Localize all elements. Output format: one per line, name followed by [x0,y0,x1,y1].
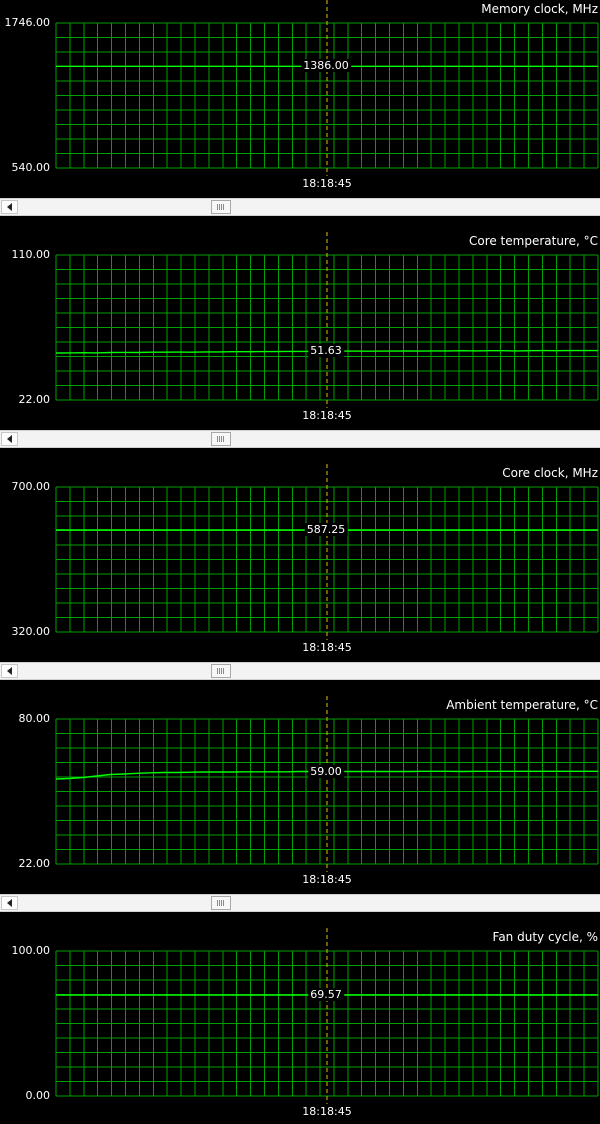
x-axis-time-label: 18:18:45 [302,1105,352,1118]
graph-panel-core-temperature: Core temperature, °C 110.00 22.00 51.63 18:1… [0,232,600,464]
horizontal-scrollbar[interactable] [0,894,600,912]
x-axis-time-label: 18:18:45 [302,641,352,654]
left-arrow-icon [7,203,12,211]
y-axis-min-label: 540.00 [11,161,51,174]
current-value-label: 587.25 [304,523,348,537]
y-axis-max-label: 1746.00 [4,16,51,29]
y-axis-min-label: 320.00 [11,625,51,638]
scrollbar-thumb[interactable] [211,200,231,214]
left-arrow-icon [7,667,12,675]
horizontal-scrollbar[interactable] [0,198,600,216]
grip-icon [217,204,225,210]
graph-canvas [55,696,599,872]
y-axis-max-label: 80.00 [18,712,51,725]
scroll-left-button[interactable] [1,432,18,446]
y-axis-min-label: 22.00 [18,857,51,870]
graph-area: Memory clock, MHz 1746.00 540.00 1386.00 18:… [0,0,600,196]
current-value-label: 1386.00 [301,59,351,73]
scrollbar-thumb[interactable] [211,664,231,678]
graph-title: Memory clock, MHz [481,2,598,16]
graph-title: Ambient temperature, °C [446,698,598,712]
graph-canvas [55,928,599,1104]
x-axis-time-label: 18:18:45 [302,409,352,422]
grip-icon [217,668,225,674]
scroll-left-button[interactable] [1,896,18,910]
current-value-label: 69.57 [308,988,344,1002]
grip-icon [217,436,225,442]
scrollbar-thumb[interactable] [211,432,231,446]
y-axis-min-label: 0.00 [25,1089,51,1102]
horizontal-scrollbar[interactable] [0,430,600,448]
scrollbar-thumb[interactable] [211,896,231,910]
graph-panel-ambient-temperature: Ambient temperature, °C 80.00 22.00 59.00 18… [0,696,600,928]
x-axis-time-label: 18:18:45 [302,177,352,190]
y-axis-max-label: 700.00 [11,480,51,493]
graph-panel-core-clock: Core clock, MHz 700.00 320.00 587.25 18:18:4… [0,464,600,696]
current-value-label: 59.00 [308,764,344,778]
scroll-left-button[interactable] [1,200,18,214]
y-axis-min-label: 22.00 [18,393,51,406]
graph-canvas [55,232,599,408]
graph-title: Fan duty cycle, % [492,930,598,944]
graph-area: Fan duty cycle, % 100.00 0.00 69.57 18:18:45 [0,928,600,1124]
graph-canvas [55,464,599,640]
y-axis-max-label: 100.00 [11,944,51,957]
graph-area: Core temperature, °C 110.00 22.00 51.63 18:1… [0,232,600,428]
current-value-label: 51.63 [308,344,344,358]
graph-title: Core clock, MHz [502,466,598,480]
scroll-left-button[interactable] [1,664,18,678]
graph-canvas [55,0,599,176]
graph-title: Core temperature, °C [468,234,598,248]
graph-panel-memory-clock: Memory clock, MHz 1746.00 540.00 1386.00 18:… [0,0,600,232]
x-axis-time-label: 18:18:45 [302,873,352,886]
graph-panel-fan-duty-cycle: Fan duty cycle, % 100.00 0.00 69.57 18:18:45 [0,928,600,1124]
left-arrow-icon [7,435,12,443]
graph-area: Ambient temperature, °C 80.00 22.00 59.00 18… [0,696,600,892]
left-arrow-icon [7,899,12,907]
horizontal-scrollbar[interactable] [0,662,600,680]
grip-icon [217,900,225,906]
graph-area: Core clock, MHz 700.00 320.00 587.25 18:18:4… [0,464,600,660]
y-axis-max-label: 110.00 [11,248,51,261]
